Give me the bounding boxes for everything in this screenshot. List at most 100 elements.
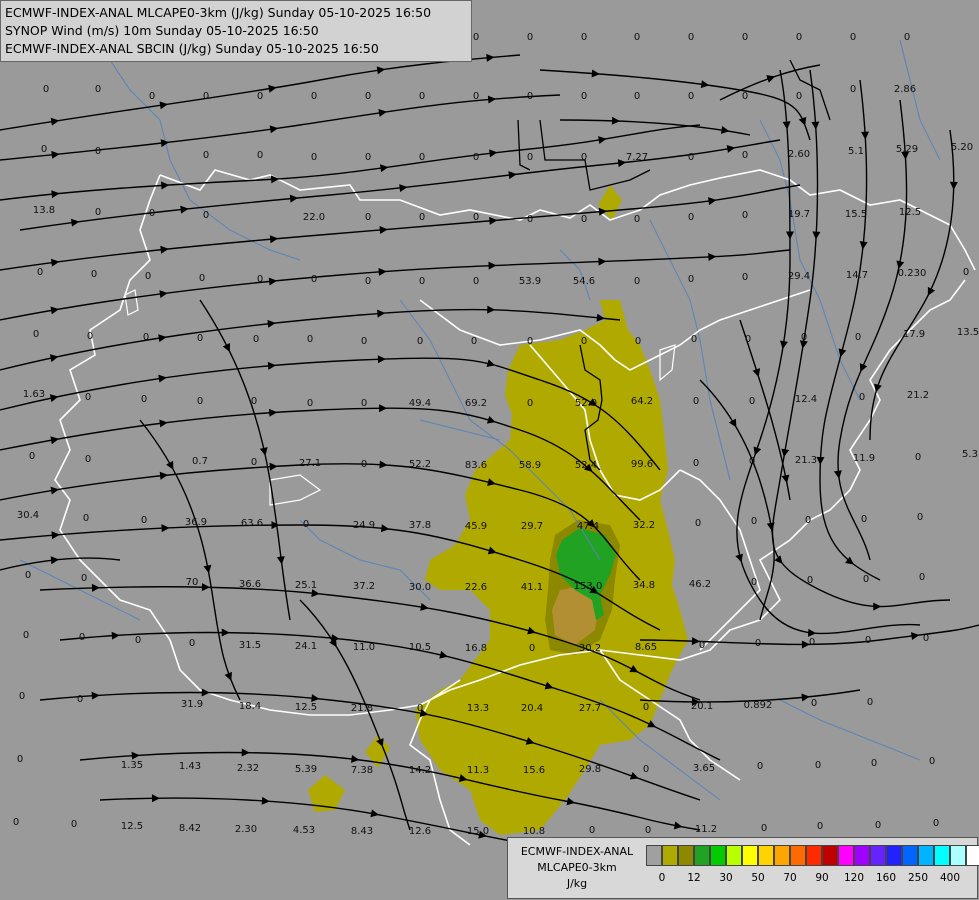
wind-arrowhead — [267, 361, 277, 370]
grid-value: 11.3 — [466, 765, 490, 776]
grid-value: 27.7 — [578, 703, 602, 714]
wind-arrowhead — [780, 340, 788, 350]
grid-value: 52.4 — [574, 460, 598, 471]
grid-value: 64.2 — [630, 396, 654, 407]
grid-value: 53.9 — [518, 276, 542, 287]
grid-value: 0 — [580, 32, 588, 43]
grid-value: 0 — [42, 84, 50, 95]
wind-arrowhead — [833, 470, 842, 479]
wind-arrowhead — [271, 521, 280, 530]
grid-value: 0 — [196, 333, 204, 344]
grid-value: 11.0 — [352, 642, 376, 653]
grid-value: 2.86 — [893, 84, 917, 95]
grid-value: 0 — [810, 698, 818, 709]
wind-arrowhead — [598, 136, 607, 145]
wind-arrowhead — [508, 171, 517, 180]
grid-value: 0 — [526, 214, 534, 225]
grid-value: 20.1 — [690, 701, 714, 712]
legend-swatch — [886, 845, 902, 866]
grid-value: 0 — [698, 640, 706, 651]
grid-value: 0 — [256, 150, 264, 161]
wind-arrowhead — [268, 408, 278, 417]
wind-arrowhead — [49, 354, 59, 363]
grid-value: 0 — [750, 516, 758, 527]
wind-arrowhead — [486, 53, 495, 62]
grid-value: 0 — [687, 212, 695, 223]
grid-value: 0 — [580, 91, 588, 102]
grid-value: 10.5 — [408, 642, 432, 653]
grid-value: 0 — [849, 32, 857, 43]
grid-value: 0 — [750, 577, 758, 588]
grid-value: 0 — [90, 269, 98, 280]
grid-value: 0 — [310, 274, 318, 285]
grid-value: 0 — [642, 702, 650, 713]
grid-value: 0 — [416, 336, 424, 347]
grid-value: 0 — [903, 32, 911, 43]
wind-arrowhead — [486, 359, 496, 368]
wind-arrowhead — [379, 226, 388, 235]
wind-arrowhead — [379, 460, 388, 469]
grid-value: 52.0 — [574, 398, 598, 409]
wind-arrowhead — [379, 404, 388, 413]
grid-value: 34.8 — [632, 580, 656, 591]
legend-tick-label: 70 — [783, 872, 797, 884]
wind-arrowhead — [201, 688, 210, 697]
grid-value: 0 — [862, 574, 870, 585]
wind-arrowhead — [728, 418, 737, 428]
grid-value: 0 — [140, 394, 148, 405]
wind-arrowhead — [151, 794, 160, 803]
grid-value: 16.8 — [464, 643, 488, 654]
grid-value: 0 — [252, 334, 260, 345]
wind-arrowhead — [949, 181, 958, 190]
legend-tick-label: 90 — [815, 872, 829, 884]
wind-arrowhead — [838, 348, 847, 358]
wind-arrowhead — [49, 394, 59, 403]
legend-tick-label: 0 — [658, 872, 666, 884]
grid-value: 70 — [185, 577, 199, 588]
grid-value: 36.9 — [184, 517, 208, 528]
legend-tick-label: 160 — [875, 872, 897, 884]
header-line-3: ECMWF-INDEX-ANAL SBCIN (J/kg) Sunday 05-… — [5, 41, 379, 56]
grid-value: 15.0 — [466, 826, 490, 837]
grid-value: 37.2 — [352, 581, 376, 592]
grid-value: 0 — [140, 515, 148, 526]
wind-arrowhead — [50, 556, 60, 565]
legend-tick-label: 12 — [687, 872, 701, 884]
wind-arrowhead — [378, 267, 387, 276]
grid-value: 4.53 — [292, 825, 316, 836]
grid-value: 0 — [82, 513, 90, 524]
grid-value: 0 — [250, 457, 258, 468]
grid-value: 21.2 — [906, 390, 930, 401]
grid-value: 0 — [360, 398, 368, 409]
wind-arrowhead — [70, 218, 80, 227]
grid-value: 58.9 — [518, 460, 542, 471]
grid-value: 31.5 — [238, 640, 262, 651]
grid-value: 5.3 — [962, 449, 978, 460]
grid-value: 0 — [84, 454, 92, 465]
wind-arrowhead — [269, 235, 279, 244]
wind-arrowhead — [720, 126, 730, 134]
grid-value: 0 — [795, 32, 803, 43]
map-canvas — [0, 4, 979, 851]
grid-value: 0 — [196, 396, 204, 407]
weather-map[interactable]: 0.223000000000000000000000000002.8600000… — [0, 0, 979, 900]
header-line-2: SYNOP Wind (m/s) 10m Sunday 05-10-2025 1… — [5, 23, 319, 38]
grid-value: 0 — [633, 32, 641, 43]
wind-arrowhead — [673, 821, 683, 830]
wind-arrowhead — [269, 125, 279, 134]
grid-value: 1.63 — [22, 389, 46, 400]
grid-value: 0 — [416, 703, 424, 714]
grid-value: 0 — [633, 214, 641, 225]
grid-value: 12.5 — [294, 702, 318, 713]
legend-title: ECMWF-INDEX-ANAL MLCAPE0-3km J/kg — [512, 844, 642, 892]
grid-value: 0 — [866, 697, 874, 708]
grid-value: 0 — [472, 91, 480, 102]
grid-value: 0 — [94, 146, 102, 157]
wind-arrowhead — [439, 650, 449, 659]
wind-arrowhead — [873, 602, 882, 611]
grid-value: 0 — [148, 91, 156, 102]
legend-swatch — [806, 845, 822, 866]
legend-swatch — [950, 845, 966, 866]
wind-arrowhead — [376, 66, 386, 75]
grid-value: 29.8 — [578, 764, 602, 775]
